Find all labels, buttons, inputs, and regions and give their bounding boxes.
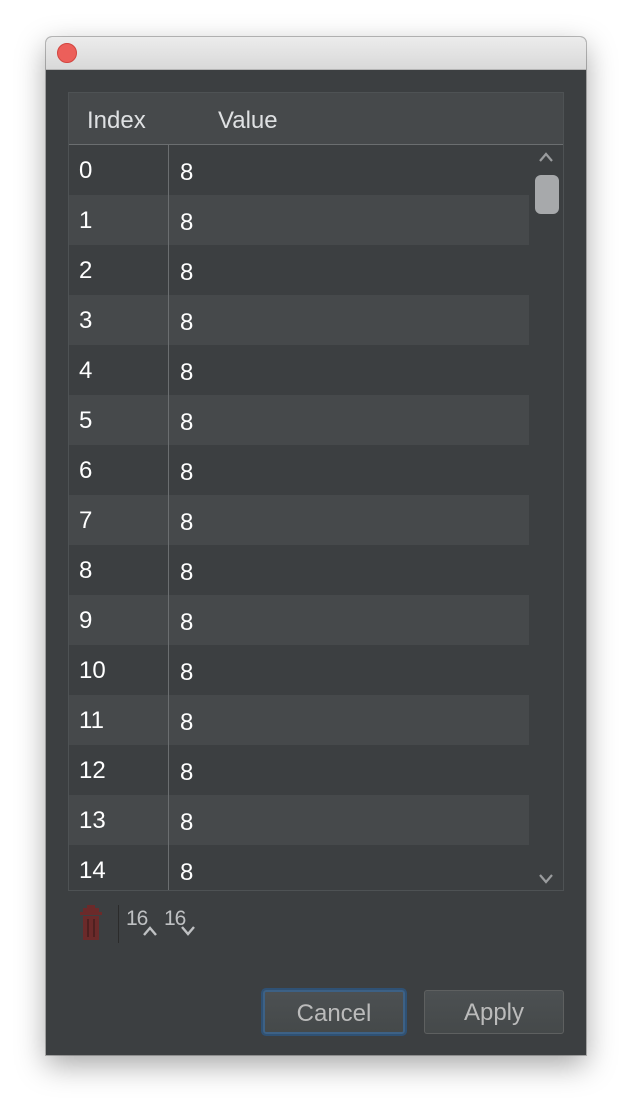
table-row[interactable]: 28: [69, 245, 529, 295]
index-cell: 9: [79, 607, 93, 634]
hex-view-down-button[interactable]: 16: [162, 899, 200, 949]
index-cell: 1: [79, 207, 93, 234]
caret-up-icon: [143, 926, 157, 936]
table-toolbar: 16 16: [68, 899, 268, 949]
hex-view-up-button[interactable]: 16: [124, 899, 160, 949]
scroll-down-arrow-icon[interactable]: [538, 873, 554, 885]
table-row[interactable]: 48: [69, 345, 529, 395]
table-row[interactable]: 14 8: [69, 845, 529, 890]
value-cell[interactable]: 8: [180, 547, 193, 597]
vertical-scrollbar[interactable]: [529, 145, 563, 890]
index-cell: 10: [79, 657, 106, 684]
table-header: Index Value: [69, 93, 563, 145]
value-cell[interactable]: 8: [180, 697, 193, 747]
value-cell[interactable]: 8: [180, 747, 193, 797]
table-row[interactable]: 58: [69, 395, 529, 445]
index-cell: 8: [79, 557, 93, 584]
value-cell[interactable]: 8: [180, 497, 193, 547]
caret-down-icon: [181, 926, 195, 936]
column-header-index[interactable]: Index: [87, 93, 146, 145]
array-table: Index Value 0 8 1 8 2 8 3 8 4 8 5 8 6 8 7 8 8 8 9 8 10 8 11 8 12…: [68, 92, 564, 891]
table-row[interactable]: 68: [69, 445, 529, 495]
index-cell: 2: [79, 257, 93, 284]
table-row[interactable]: 13 8: [69, 795, 529, 845]
table-row[interactable]: 38: [69, 295, 529, 345]
value-cell[interactable]: 8: [180, 597, 193, 647]
value-cell[interactable]: 8: [180, 197, 193, 247]
title-bar: [46, 37, 586, 70]
cancel-button[interactable]: Cancel: [263, 990, 405, 1034]
index-cell: 4: [79, 357, 93, 384]
value-cell[interactable]: 8: [180, 397, 193, 447]
value-cell[interactable]: 8: [180, 447, 193, 497]
table-body: 0 8 1 8 2 8 3 8 4 8 5 8 6 8 7 8 8 8 9 8 10 8 11 8 12 8 13 8 14 8: [69, 145, 529, 890]
index-cell: 14: [79, 857, 106, 884]
index-cell: 5: [79, 407, 93, 434]
value-cell[interactable]: 8: [180, 247, 193, 297]
index-cell: 12: [79, 757, 106, 784]
value-cell[interactable]: 8: [180, 347, 193, 397]
index-cell: 11: [79, 707, 104, 734]
table-row[interactable]: 08: [69, 145, 529, 195]
scrollbar-thumb[interactable]: [535, 175, 559, 214]
table-row[interactable]: 88: [69, 545, 529, 595]
scroll-up-arrow-icon[interactable]: [538, 151, 554, 163]
index-cell: 3: [79, 307, 93, 334]
column-divider: [168, 145, 169, 890]
value-cell[interactable]: 8: [180, 847, 193, 890]
table-row[interactable]: 10 8: [69, 645, 529, 695]
index-cell: 7: [79, 507, 93, 534]
value-cell[interactable]: 8: [180, 797, 193, 847]
index-cell: 6: [79, 457, 93, 484]
index-cell: 13: [79, 807, 106, 834]
index-cell: 0: [79, 157, 93, 184]
trash-icon: [80, 905, 102, 940]
column-header-value[interactable]: Value: [218, 93, 278, 145]
close-window-button[interactable]: [57, 43, 77, 63]
delete-button[interactable]: [74, 899, 108, 949]
table-row[interactable]: 12 8: [69, 745, 529, 795]
dialog-window: Index Value 0 8 1 8 2 8 3 8 4 8 5 8 6 8 7 8 8 8 9 8 10 8 11 8 12…: [46, 37, 586, 1055]
table-row[interactable]: 98: [69, 595, 529, 645]
apply-button[interactable]: Apply: [424, 990, 564, 1034]
value-cell[interactable]: 8: [180, 297, 193, 347]
table-row[interactable]: 18: [69, 195, 529, 245]
table-row[interactable]: 11 8: [69, 695, 529, 745]
value-cell[interactable]: 8: [180, 147, 193, 197]
toolbar-separator: [118, 905, 119, 943]
table-row[interactable]: 78: [69, 495, 529, 545]
value-cell[interactable]: 8: [180, 647, 193, 697]
